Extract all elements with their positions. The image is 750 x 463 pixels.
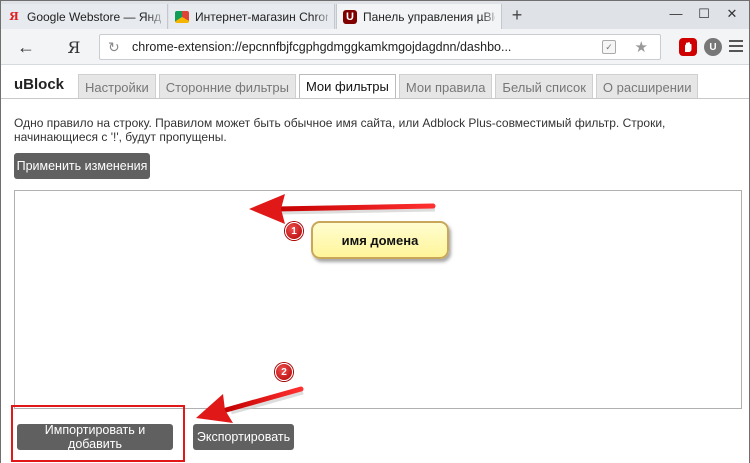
step-marker-2: 2 (275, 363, 293, 381)
reload-icon[interactable]: ↻ (108, 39, 124, 56)
import-append-button[interactable]: Импортировать и добавить (17, 423, 173, 451)
tab-my-filters[interactable]: Мои фильтры (298, 74, 396, 99)
new-tab-button[interactable]: + (506, 5, 528, 27)
tab-whitelist[interactable]: Белый список (495, 74, 593, 99)
back-button[interactable]: ← (15, 36, 37, 58)
close-button[interactable]: ✕ (719, 3, 745, 25)
tab-about[interactable]: О расширении (595, 74, 699, 99)
browser-tab-label: Панель управления µBlock (363, 9, 495, 24)
app-brand: uBlock (14, 76, 65, 93)
tab-fade (147, 4, 167, 29)
ublock-dashboard: uBlock Настройки Сторонние фильтры Мои ф… (1, 66, 749, 463)
ublock-icon: U (343, 9, 357, 24)
dashboard-tabs: Настройки Сторонние фильтры Мои фильтры … (78, 74, 701, 99)
apply-changes-button[interactable]: Применить изменения (14, 153, 150, 179)
minimize-button[interactable]: — (663, 3, 689, 25)
tabs-divider (1, 98, 749, 99)
tab-strip: Я Google Webstore — Яндекс Интернет-мага… (1, 1, 749, 29)
browser-tab-label: Google Webstore — Яндекс (27, 9, 161, 24)
maximize-button[interactable]: ☐ (691, 3, 717, 25)
browser-tab-yandex[interactable]: Я Google Webstore — Яндекс (1, 4, 168, 29)
browser-tab-ublock[interactable]: U Панель управления µBlock (336, 4, 502, 29)
site-protection-icon[interactable]: ✓ (602, 40, 616, 54)
tab-settings[interactable]: Настройки (78, 74, 156, 99)
ublock-extension-icon[interactable]: U (704, 38, 722, 56)
step-marker-1: 1 (285, 222, 303, 240)
yandex-icon: Я (9, 10, 19, 23)
browser-tab-label: Интернет-магазин Chrome (195, 9, 328, 24)
chrome-store-icon (175, 10, 189, 24)
bookmark-star-icon[interactable]: ★ (635, 38, 648, 56)
browser-toolbar: ← Я ↻ chrome-extension://epcnnfbjfcgphgd… (1, 29, 749, 65)
address-bar[interactable]: ↻ chrome-extension://epcnnfbjfcgphgdmggk… (99, 34, 661, 60)
tab-fade (314, 4, 334, 29)
tab-fade (481, 4, 501, 29)
tab-third-party-filters[interactable]: Сторонние фильтры (158, 74, 296, 99)
address-url[interactable]: chrome-extension://epcnnfbjfcgphgdmggkam… (132, 40, 511, 54)
export-button[interactable]: Экспортировать (193, 424, 294, 450)
arrow-left-icon: ← (17, 36, 35, 57)
adblock-extension-icon[interactable] (679, 38, 697, 56)
browser-menu-icon[interactable] (729, 37, 743, 55)
browser-window: Я Google Webstore — Яндекс Интернет-мага… (0, 0, 750, 463)
yandex-home-button[interactable]: Я (63, 36, 85, 58)
browser-tab-chrome-store[interactable]: Интернет-магазин Chrome (169, 4, 335, 29)
tab-my-rules[interactable]: Мои правила (398, 74, 493, 99)
filters-description: Одно правило на строку. Правилом может б… (14, 116, 666, 144)
domain-name-callout: имя домена (311, 221, 449, 259)
